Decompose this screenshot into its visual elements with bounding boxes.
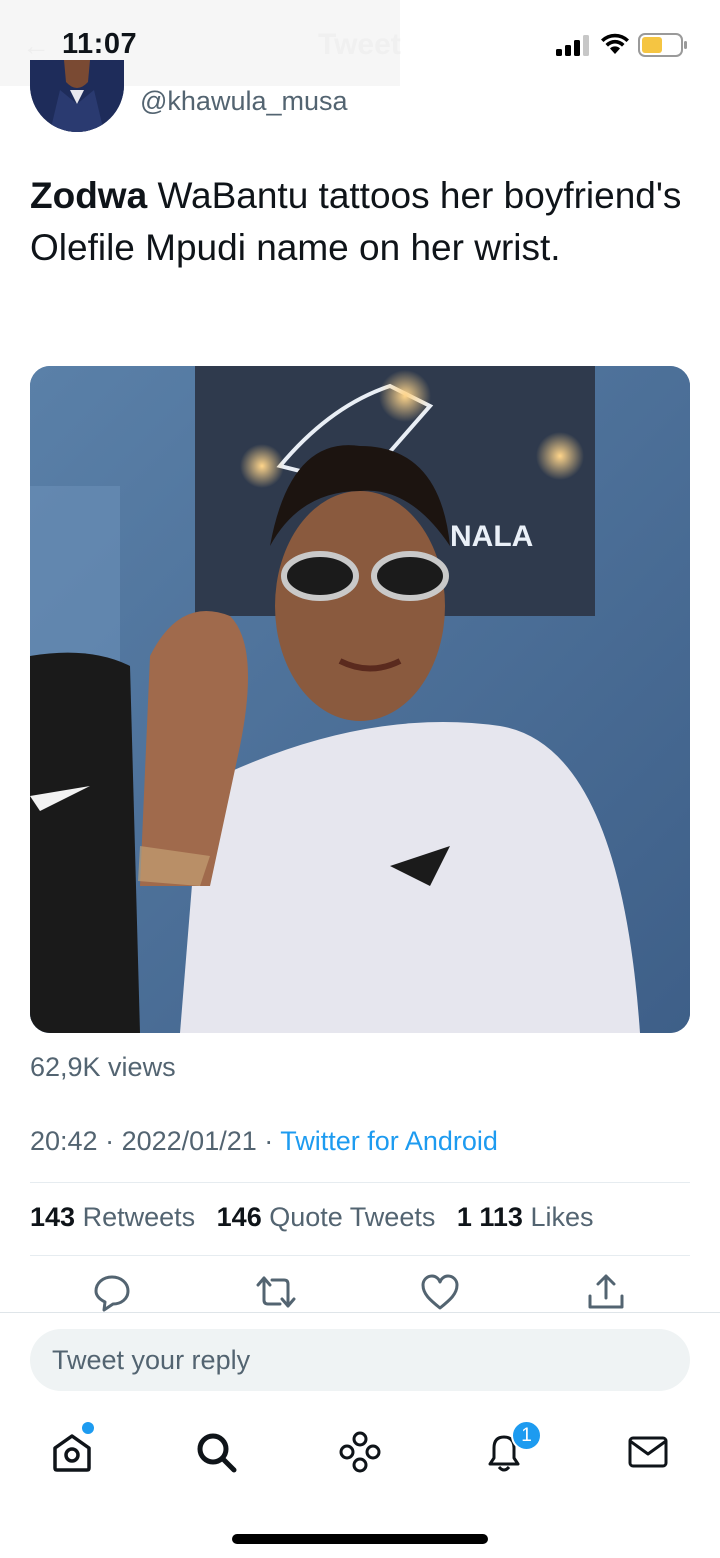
tweet-date: 2022/01/21	[121, 1126, 257, 1156]
tweet-text-bold: Zodwa	[30, 175, 148, 216]
view-count: 62,9K views	[30, 1052, 176, 1082]
author-avatar[interactable]	[30, 60, 124, 132]
tweet-source-link[interactable]: Twitter for Android	[280, 1126, 498, 1156]
tweet-text: Zodwa WaBantu tattoos her boyfriend's Ol…	[30, 170, 700, 274]
notifications-badge: 1	[511, 1420, 542, 1451]
likes-label: Likes	[530, 1202, 594, 1232]
home-indicator	[232, 1534, 488, 1544]
meta-separator: ·	[264, 1126, 274, 1156]
quotes-stat[interactable]: 146 Quote Tweets	[217, 1202, 436, 1232]
tweet-actions	[0, 1272, 720, 1312]
tweet-meta: 20:42 · 2022/01/21 · Twitter for Android	[30, 1126, 498, 1157]
tweet-video[interactable]: NALA	[30, 366, 690, 1033]
messages-icon[interactable]	[626, 1430, 670, 1474]
divider	[30, 1255, 690, 1256]
reply-box[interactable]	[30, 1329, 690, 1391]
battery-icon	[638, 33, 687, 57]
retweets-stat[interactable]: 143 Retweets	[30, 1202, 195, 1232]
back-arrow-icon[interactable]: ←	[22, 30, 50, 62]
header-title: Tweet	[318, 28, 401, 61]
wifi-icon	[601, 33, 629, 54]
media-sign-text: NALA	[450, 520, 533, 553]
quotes-label: Quote Tweets	[269, 1202, 436, 1232]
engagement-stats: 143 Retweets 146 Quote Tweets 1 113 Like…	[30, 1202, 593, 1233]
tweet-time: 20:42	[30, 1126, 98, 1156]
video-frame: NALA	[30, 366, 690, 1033]
likes-count: 1 113	[456, 1202, 523, 1232]
status-time: 11:07	[62, 28, 138, 60]
quotes-count: 146	[216, 1202, 262, 1232]
search-icon[interactable]	[194, 1430, 238, 1474]
author-handle[interactable]: @khawula_musa	[140, 86, 348, 117]
share-icon[interactable]	[586, 1272, 626, 1312]
like-icon[interactable]	[420, 1272, 460, 1312]
divider	[30, 1182, 690, 1183]
reply-input[interactable]	[30, 1329, 690, 1391]
reply-icon[interactable]	[92, 1272, 132, 1312]
retweets-count: 143	[30, 1202, 76, 1232]
home-icon[interactable]	[50, 1430, 94, 1474]
home-new-dot	[82, 1422, 94, 1434]
cellular-signal-icon	[556, 35, 589, 56]
spaces-icon[interactable]	[338, 1430, 382, 1474]
retweets-label: Retweets	[82, 1202, 196, 1232]
likes-stat[interactable]: 1 113 Likes	[457, 1202, 594, 1232]
retweet-icon[interactable]	[256, 1272, 296, 1312]
meta-separator: ·	[105, 1126, 115, 1156]
